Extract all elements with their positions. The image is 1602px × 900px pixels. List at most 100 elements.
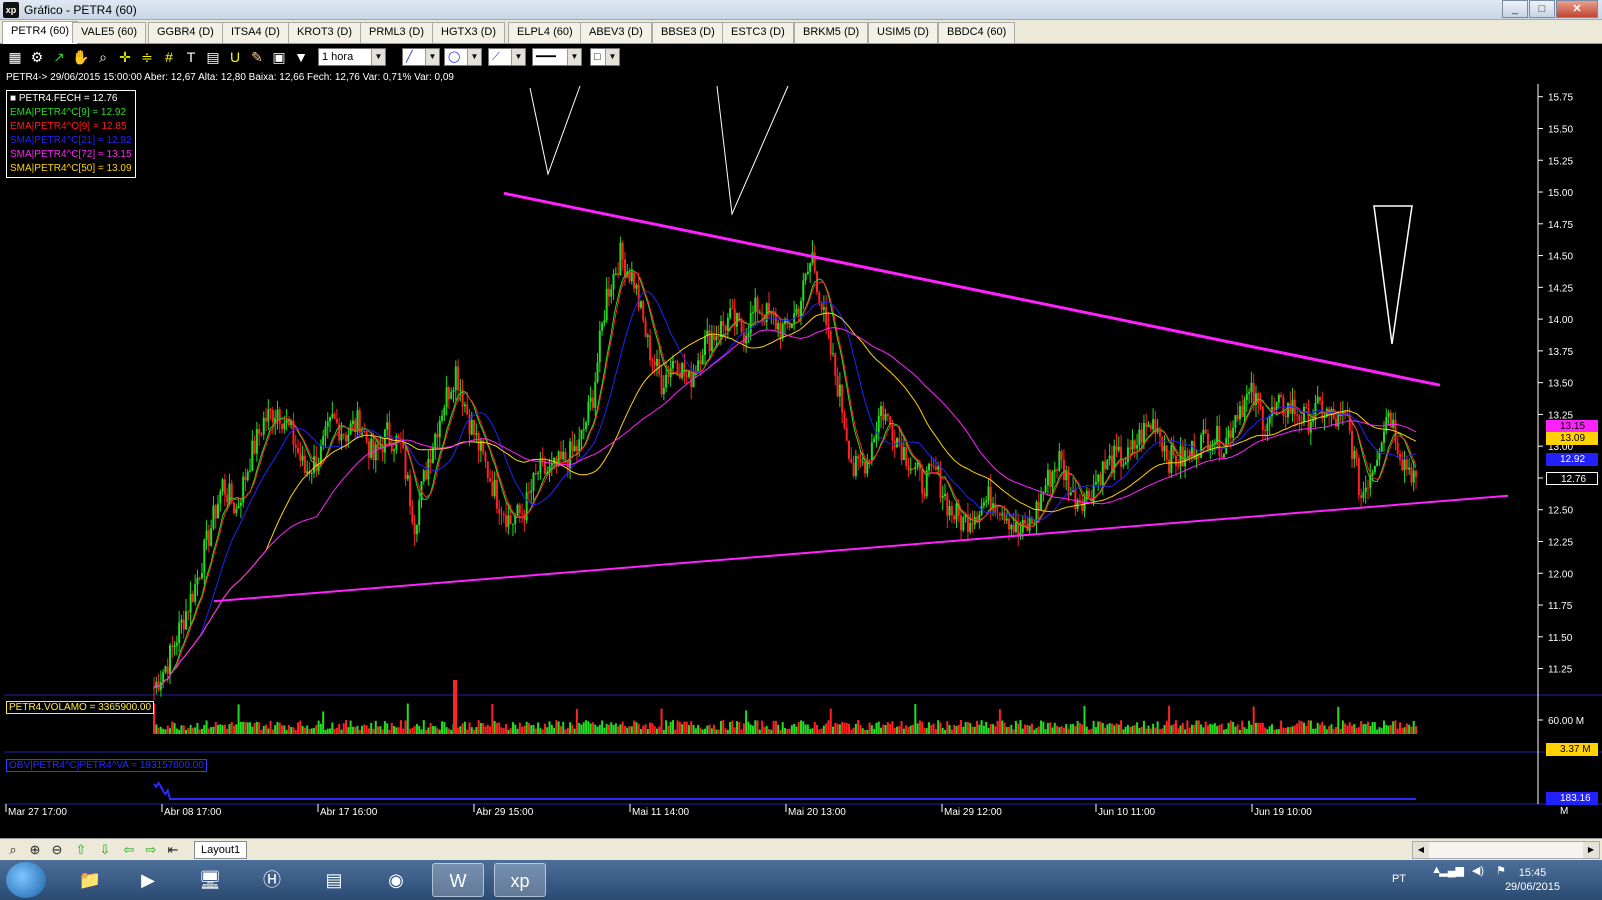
candle-body <box>717 336 720 338</box>
maximize-button[interactable]: □ <box>1529 0 1555 18</box>
crosshair-icon[interactable]: ✛ <box>116 48 134 66</box>
tab-prml3[interactable]: PRML3 (D) <box>360 22 434 43</box>
candle-body <box>1241 406 1244 417</box>
volume-bar <box>649 722 652 734</box>
zoom-in-icon[interactable]: ⊕ <box>26 841 44 859</box>
volume-bar <box>226 728 229 734</box>
chart-type-icon[interactable]: ▦ <box>6 48 24 66</box>
search-icon[interactable]: ⌕ <box>4 841 22 859</box>
tab-ggbr4[interactable]: GGBR4 (D) <box>148 22 223 43</box>
volume-bar <box>1136 722 1139 734</box>
volume-bar <box>1348 722 1351 734</box>
fan-tool-select[interactable]: ⟋ ▼ <box>488 48 526 66</box>
text-tool-icon[interactable]: T <box>182 48 200 66</box>
tab-estc3[interactable]: ESTC3 (D) <box>722 22 794 43</box>
volume-bar <box>1124 726 1127 734</box>
magnet-icon[interactable]: U <box>226 48 244 66</box>
candle-body <box>1140 429 1143 443</box>
zoom-out-icon[interactable]: ⊖ <box>48 841 66 859</box>
candle-body <box>413 522 416 535</box>
horizontal-scrollbar[interactable]: ◀ ▶ <box>1412 841 1600 859</box>
volume-spike-bar <box>453 680 457 734</box>
tab-elpl4[interactable]: ELPL4 (60) <box>508 22 582 43</box>
volume-bar <box>1081 724 1084 734</box>
volume-bar <box>207 728 210 734</box>
candle-body <box>434 433 437 449</box>
volume-bar <box>1024 724 1027 734</box>
scroll-right-icon[interactable]: ▶ <box>1583 842 1599 858</box>
interval-select[interactable]: 1 hora ▼ <box>318 48 386 66</box>
candle-body <box>383 429 386 453</box>
language-indicator[interactable]: PT <box>1392 873 1406 885</box>
candle-body <box>500 513 503 515</box>
hand-pan-icon[interactable]: ✋ <box>72 48 90 66</box>
settings-gear-icon[interactable]: ⚙ <box>28 48 46 66</box>
shape-tool-select[interactable]: ◯ ▼ <box>444 48 482 66</box>
chart-canvas[interactable]: 15.75 15.50 15.25 15.00 14.75 14.50 14.25 14.00… <box>4 84 1602 824</box>
volume-bar <box>701 729 704 734</box>
filter-icon[interactable]: ▼ <box>292 48 310 66</box>
layout-tab[interactable]: Layout1 <box>194 841 248 859</box>
volume-bar <box>463 721 466 734</box>
clipboard-icon[interactable]: ▣ <box>270 48 288 66</box>
eraser-icon[interactable]: ✎ <box>248 48 266 66</box>
volume-bar <box>1184 729 1187 734</box>
candle-body <box>1058 451 1061 471</box>
tab-vale5[interactable]: VALE5 (60) <box>72 22 147 43</box>
tab-usim5[interactable]: USIM5 (D) <box>868 22 938 43</box>
price-chart[interactable]: 15.75 15.50 15.25 15.00 14.75 14.50 14.25 14.00… <box>4 84 1602 824</box>
file-explorer-icon[interactable]: 📁 <box>64 863 116 897</box>
volume-bar <box>825 723 828 734</box>
line-tool-select[interactable]: ╱ ▼ <box>402 48 440 66</box>
network-app-icon[interactable]: 🖥 <box>184 863 236 897</box>
arrow-left-icon[interactable]: ⇦ <box>120 841 138 859</box>
word-icon[interactable]: W <box>432 863 484 897</box>
hp-app-icon[interactable]: Ⓗ <box>246 863 298 897</box>
calculator-icon[interactable]: ▤ <box>204 48 222 66</box>
candle-body <box>521 513 524 515</box>
line-style-select[interactable]: ━━━ ▼ <box>532 48 582 66</box>
candle-body <box>941 495 944 498</box>
tab-hgtx3[interactable]: HGTX3 (D) <box>432 22 505 43</box>
candle-body <box>653 361 656 366</box>
tab-bbdc4[interactable]: BBDC4 (60) <box>938 22 1016 43</box>
scroll-left-icon[interactable]: ◀ <box>1413 842 1429 858</box>
volume-icon[interactable]: ◀) <box>1472 864 1484 877</box>
volume-bar <box>681 724 684 734</box>
candle-body <box>452 390 455 393</box>
minimize-button[interactable]: _ <box>1502 0 1528 18</box>
media-player-icon[interactable]: ▶ <box>122 863 174 897</box>
tab-abev3[interactable]: ABEV3 (D) <box>580 22 652 43</box>
start-button[interactable] <box>6 862 46 898</box>
volume-bar <box>1261 722 1264 734</box>
zoom-tool-icon[interactable]: ⌕ <box>94 48 112 66</box>
network-signal-icon[interactable]: ▂▄▆ <box>1439 864 1464 877</box>
tab-bbse3[interactable]: BBSE3 (D) <box>652 22 724 43</box>
candle-body <box>710 335 713 352</box>
arrow-up-icon[interactable]: ⇧ <box>72 841 90 859</box>
horizontal-lines-icon[interactable]: ≑ <box>138 48 156 66</box>
grid-lines-icon[interactable]: # <box>160 48 178 66</box>
archive-app-icon[interactable]: ▤ <box>308 863 360 897</box>
arrow-right-icon[interactable]: ⇨ <box>142 841 160 859</box>
volume-bar <box>1334 727 1337 734</box>
close-button[interactable]: ✕ <box>1556 0 1598 18</box>
volume-bar <box>797 721 800 734</box>
chrome-icon[interactable]: ◉ <box>370 863 422 897</box>
tab-itsa4[interactable]: ITSA4 (D) <box>222 22 289 43</box>
xp-app-taskbar-icon[interactable]: xp <box>494 863 546 897</box>
tab-brkm5[interactable]: BRKM5 (D) <box>794 22 869 43</box>
volume-bar <box>777 724 780 734</box>
taskbar-clock[interactable]: 15:45 29/06/2015 <box>1505 866 1560 894</box>
candle-body <box>509 515 512 525</box>
tab-petr4[interactable]: PETR4 (60) <box>2 21 79 44</box>
volume-bar <box>166 725 169 734</box>
tab-krot3[interactable]: KROT3 (D) <box>288 22 361 43</box>
candle-body <box>303 455 306 473</box>
arrow-down-icon[interactable]: ⇩ <box>96 841 114 859</box>
volume-bar <box>331 722 334 734</box>
indicator-icon[interactable]: ↗ <box>50 48 68 66</box>
color-select[interactable]: □ ▼ <box>590 48 620 66</box>
go-start-icon[interactable]: ⇤ <box>164 841 182 859</box>
volume-bar <box>313 727 316 734</box>
